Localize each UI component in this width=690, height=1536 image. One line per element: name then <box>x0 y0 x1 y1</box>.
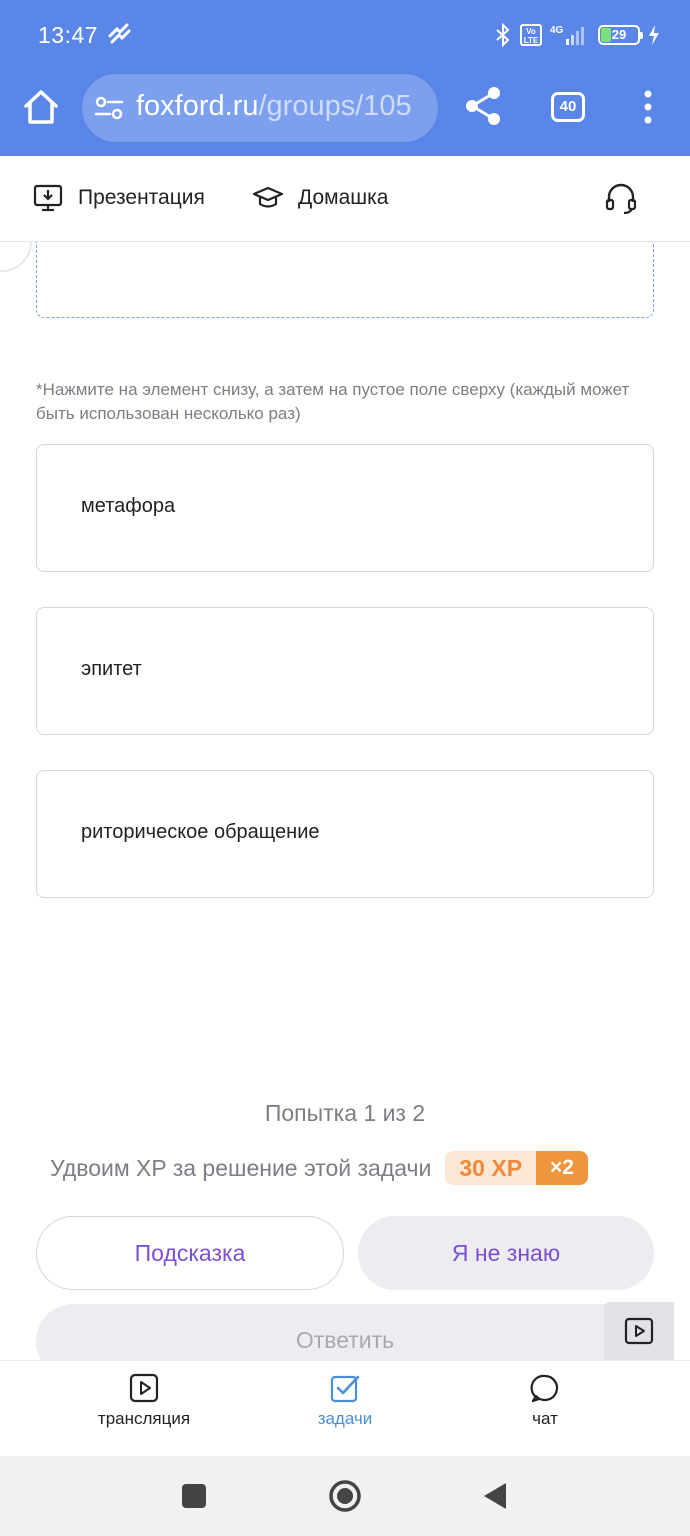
recent-apps-icon[interactable] <box>176 1478 212 1514</box>
option-epithet[interactable]: эпитет <box>36 607 654 735</box>
nav-chat[interactable]: чат <box>475 1373 615 1429</box>
browser-bar: foxford.ru/groups/105 40 <box>0 66 690 156</box>
status-time: 13:47 <box>38 22 99 48</box>
xp-multiplier-badge: ×2 <box>536 1151 588 1185</box>
presentation-label: Презентация <box>78 186 205 209</box>
graduation-cap-icon <box>252 186 284 208</box>
homework-label: Домашка <box>298 186 389 209</box>
sync-icon <box>108 23 131 44</box>
scroll-indicator <box>0 242 32 272</box>
hint-button[interactable]: Подсказка <box>36 1216 344 1290</box>
home-icon[interactable] <box>20 86 62 128</box>
system-navigation-bar <box>0 1456 690 1536</box>
bottom-navigation: трансляция задачи чат <box>0 1360 690 1456</box>
checkbox-icon <box>330 1375 360 1403</box>
volte-icon: Vo LTE <box>520 24 542 46</box>
nav-broadcast-label: трансляция <box>97 1409 191 1428</box>
site-settings-icon[interactable] <box>94 94 124 122</box>
dont-know-button[interactable]: Я не знаю <box>358 1216 654 1290</box>
chat-bubble-icon <box>530 1374 559 1403</box>
svg-text:4G: 4G <box>550 25 564 36</box>
play-video-icon <box>624 1317 654 1345</box>
nav-broadcast[interactable]: трансляция <box>74 1373 214 1429</box>
lesson-toolbar: Презентация Домашка <box>0 156 690 242</box>
option-metaphor[interactable]: метафора <box>36 444 654 572</box>
task-content: *Нажмите на элемент снизу, а затем на пу… <box>0 242 690 1360</box>
answer-drop-zone[interactable] <box>36 242 654 318</box>
option-rhetorical-address[interactable]: риторическое обращение <box>36 770 654 898</box>
nav-tasks[interactable]: задачи <box>275 1373 415 1429</box>
status-icons: Vo LTE 4G 29 <box>494 20 660 50</box>
more-menu-icon[interactable] <box>640 88 656 126</box>
battery-indicator: 29 <box>598 25 643 45</box>
attempt-counter: Попытка 1 из 2 <box>264 1100 426 1126</box>
answer-button[interactable]: Ответить <box>36 1304 654 1360</box>
xp-bonus-text: Удвоим XP за решение этой задачи <box>50 1154 432 1181</box>
option-label: риторическое обращение <box>81 821 320 843</box>
url-text[interactable]: foxford.ru/groups/105 <box>136 90 412 123</box>
download-presentation-icon <box>33 184 63 212</box>
share-icon[interactable] <box>463 84 503 128</box>
home-circle-icon[interactable] <box>327 1478 363 1514</box>
xp-bonus-row: Удвоим XP за решение этой задачи 30 XP ×… <box>50 1150 588 1186</box>
nav-tasks-label: задачи <box>317 1409 373 1428</box>
tabs-count-button[interactable]: 40 <box>551 92 585 122</box>
instruction-text: *Нажмите на элемент снизу, а затем на пу… <box>36 380 630 423</box>
xp-value-badge: 30 XP <box>445 1151 537 1185</box>
option-label: эпитет <box>81 658 142 680</box>
bluetooth-icon <box>496 23 510 47</box>
option-label: метафора <box>81 495 176 517</box>
nav-chat-label: чат <box>532 1409 558 1428</box>
charging-icon <box>649 25 659 45</box>
headset-icon[interactable] <box>604 182 638 216</box>
play-icon <box>129 1373 159 1403</box>
video-toggle-button[interactable] <box>604 1302 674 1360</box>
back-triangle-icon[interactable] <box>478 1478 514 1514</box>
address-bar[interactable]: foxford.ru/groups/105 <box>82 74 438 142</box>
homework-button[interactable]: Домашка <box>252 182 388 214</box>
signal-icon: 4G <box>550 25 584 45</box>
presentation-button[interactable]: Презентация <box>32 182 205 214</box>
status-bar: 13:47 Vo LTE 4G 29 <box>0 0 690 66</box>
